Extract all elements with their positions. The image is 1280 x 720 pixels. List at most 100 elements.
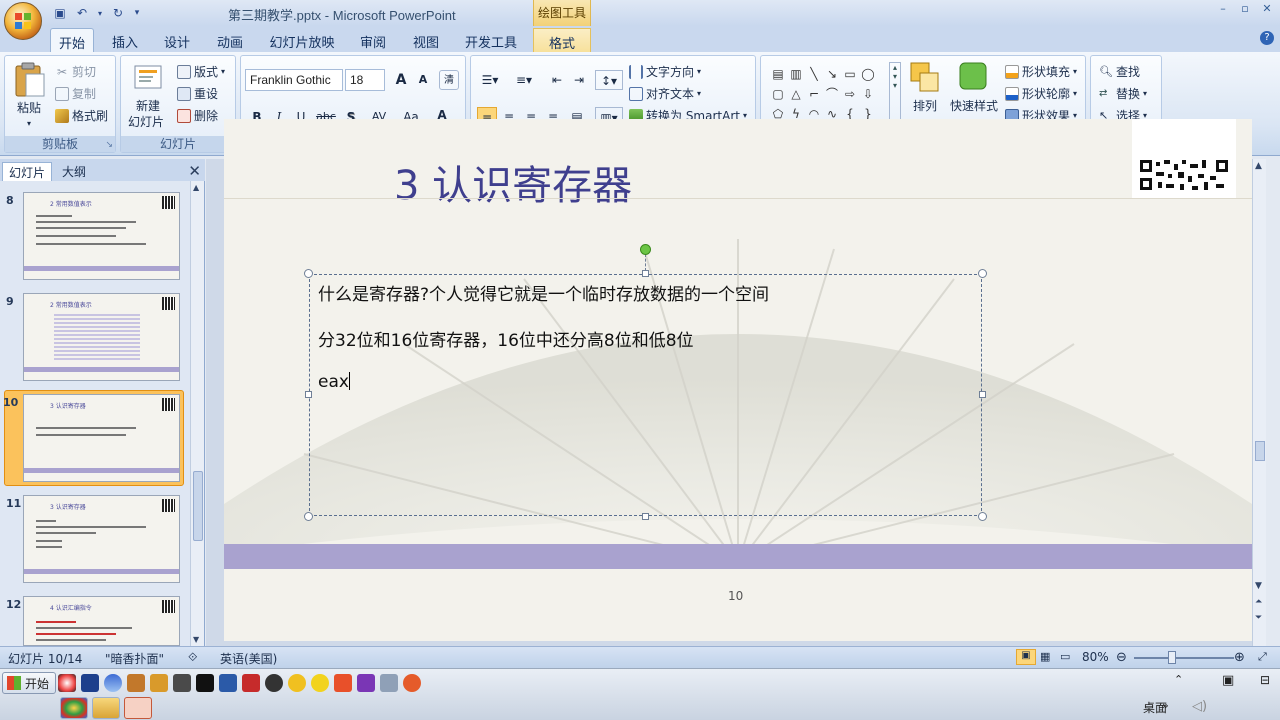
undo-icon[interactable]: ↶ xyxy=(74,5,90,21)
minimize-icon[interactable]: – xyxy=(1216,2,1230,15)
office-button[interactable] xyxy=(4,2,42,40)
find-button[interactable]: 🔍︎ 查找 xyxy=(1099,63,1140,80)
tab-developer[interactable]: 开发工具 xyxy=(458,28,524,52)
rectangle-shape-icon[interactable]: ▭ xyxy=(841,65,859,83)
tab-slides[interactable]: 幻灯片 xyxy=(2,162,53,181)
app-icon-9[interactable] xyxy=(242,674,260,692)
app-icon-8[interactable] xyxy=(219,674,237,692)
numbering-icon[interactable]: ≡▾ xyxy=(509,70,539,90)
desktop-label[interactable]: 桌面 xyxy=(1143,699,1167,716)
slide-sorter-icon[interactable]: ▦ xyxy=(1040,650,1050,663)
language-indicator[interactable]: 英语(美国) xyxy=(220,650,277,667)
tab-home[interactable]: 开始 xyxy=(50,28,94,52)
app-icon-7[interactable] xyxy=(196,674,214,692)
redo-icon[interactable]: ↻ xyxy=(110,5,126,21)
new-slide-label-2[interactable]: 幻灯片 xyxy=(121,114,171,130)
app-icon-11[interactable] xyxy=(288,674,306,692)
zoom-in-icon[interactable]: ⊕ xyxy=(1234,650,1245,665)
rounded-rect-shape-icon[interactable]: ▢ xyxy=(769,85,787,103)
reset-button[interactable]: 重设 xyxy=(177,85,218,102)
shape-fill-button[interactable]: 形状填充 ▾ xyxy=(1005,63,1077,80)
replace-button[interactable]: ⇄ 替换 ▾ xyxy=(1099,85,1147,102)
customize-icon[interactable]: ▾ xyxy=(132,5,142,21)
normal-view-icon[interactable]: ▣ xyxy=(1016,649,1036,665)
tab-insert[interactable]: 插入 xyxy=(104,28,146,52)
format-painter-button[interactable]: 格式刷 xyxy=(55,107,108,124)
align-text-button[interactable]: 对齐文本 ▾ xyxy=(629,85,701,102)
close-icon[interactable]: ✕ xyxy=(188,162,201,180)
slide-thumbnail[interactable]: 2 常用数值表示 xyxy=(23,293,180,381)
paste-icon[interactable] xyxy=(13,61,47,99)
clipboard-launcher-icon[interactable]: ↘ xyxy=(105,140,113,150)
tab-outline[interactable]: 大纲 xyxy=(56,162,92,181)
powerpoint-taskbar-icon[interactable] xyxy=(124,697,152,719)
undo-dropdown-icon[interactable]: ▾ xyxy=(96,5,104,21)
shrink-font-button[interactable]: A xyxy=(413,70,433,90)
paste-button[interactable]: 粘贴 xyxy=(11,100,47,116)
scroll-up-icon[interactable]: ▲ xyxy=(1255,161,1262,171)
resize-handle-n[interactable] xyxy=(642,270,649,277)
save-icon[interactable]: ▣ xyxy=(52,5,68,21)
quick-styles-button[interactable]: 快速样式 xyxy=(947,98,1001,114)
decrease-indent-icon[interactable]: ⇤ xyxy=(547,70,567,90)
layout-button[interactable]: 版式 ▾ xyxy=(177,63,225,80)
proofing-icon[interactable]: ⟐ xyxy=(188,650,197,665)
resize-handle-sw[interactable] xyxy=(304,512,313,521)
slide-thumbnail[interactable]: 3 认识寄存器 xyxy=(23,495,180,583)
rotation-handle[interactable] xyxy=(640,244,651,255)
font-size-combo[interactable]: 18 xyxy=(345,69,385,91)
start-button[interactable]: 开始 xyxy=(2,672,57,694)
tab-slideshow[interactable]: 幻灯片放映 xyxy=(262,28,342,52)
app-icon-16[interactable] xyxy=(403,674,421,692)
triangle-shape-icon[interactable]: △ xyxy=(787,85,805,103)
text-line-2[interactable]: 分32位和16位寄存器，16位中还分高8位和低8位 xyxy=(318,326,694,351)
app-icon-2[interactable] xyxy=(81,674,99,692)
increase-indent-icon[interactable]: ⇥ xyxy=(569,70,589,90)
explorer-icon[interactable] xyxy=(92,697,120,719)
resize-handle-s[interactable] xyxy=(642,513,649,520)
scroll-down-icon[interactable]: ▼ xyxy=(193,635,199,644)
resize-handle-se[interactable] xyxy=(978,512,987,521)
font-name-combo[interactable]: Franklin Gothic xyxy=(245,69,343,91)
resize-handle-w[interactable] xyxy=(305,391,312,398)
close-icon[interactable]: ✕ xyxy=(1260,2,1274,15)
app-icon-3[interactable] xyxy=(104,674,122,692)
app-icon-10[interactable] xyxy=(265,674,283,692)
scroll-down-icon[interactable]: ▼ xyxy=(1255,581,1262,591)
scroll-up-icon[interactable]: ▲ xyxy=(193,183,199,192)
text-line-1[interactable]: 什么是寄存器?个人觉得它就是一个临时存放数据的一个空间 xyxy=(318,280,769,305)
clear-formatting-button[interactable]: 清 xyxy=(439,70,459,90)
paste-dropdown-icon[interactable]: ▾ xyxy=(11,116,47,132)
arrange-button[interactable]: 排列 xyxy=(905,98,945,114)
slide-thumbnail[interactable]: 3 认识寄存器 xyxy=(23,394,180,482)
right-arrow-shape-icon[interactable]: ⇨ xyxy=(841,85,859,103)
zoom-slider-track[interactable] xyxy=(1134,657,1234,659)
cut-button[interactable]: ✂ 剪切 xyxy=(55,63,96,80)
app-icon-14[interactable] xyxy=(357,674,375,692)
shapes-gallery[interactable]: ▤ ▥ ╲ ↘ ▭ ◯ ▢ △ ⌐ ⌒ ⇨ ⇩ ⬠ ϟ ◠ ∿{} xyxy=(769,64,887,124)
slides-pane-scrollbar[interactable]: ▲ ▼ xyxy=(190,181,204,646)
arrow-line-shape-icon[interactable]: ↘ xyxy=(823,65,841,83)
tab-animations[interactable]: 动画 xyxy=(208,28,252,52)
volume-icon[interactable]: ◁) xyxy=(1192,699,1207,714)
arrange-icon[interactable] xyxy=(909,61,941,95)
tab-design[interactable]: 设计 xyxy=(156,28,198,52)
zoom-out-icon[interactable]: ⊖ xyxy=(1116,650,1127,665)
grow-font-button[interactable]: A xyxy=(391,70,411,90)
app-icon-15[interactable] xyxy=(380,674,398,692)
shape-outline-button[interactable]: 形状轮廓 ▾ xyxy=(1005,85,1077,102)
down-arrow-shape-icon[interactable]: ⇩ xyxy=(859,85,877,103)
slideshow-icon[interactable]: ▭ xyxy=(1060,650,1070,663)
resize-handle-nw[interactable] xyxy=(304,269,313,278)
scrollbar-thumb[interactable] xyxy=(1255,441,1265,461)
fit-slide-icon[interactable]: ⤢ xyxy=(1258,650,1267,664)
app-icon-4[interactable] xyxy=(127,674,145,692)
tray-menu-icon[interactable]: ⊟ xyxy=(1260,673,1270,687)
resize-handle-ne[interactable] xyxy=(978,269,987,278)
network-icon[interactable]: ▣ xyxy=(1222,673,1234,688)
delete-button[interactable]: 删除 xyxy=(177,107,218,124)
zoom-level[interactable]: 80% xyxy=(1082,650,1109,664)
quick-styles-icon[interactable] xyxy=(957,60,989,94)
bullets-icon[interactable]: ☰▾ xyxy=(475,70,505,90)
text-line-3[interactable]: eax xyxy=(318,372,350,392)
